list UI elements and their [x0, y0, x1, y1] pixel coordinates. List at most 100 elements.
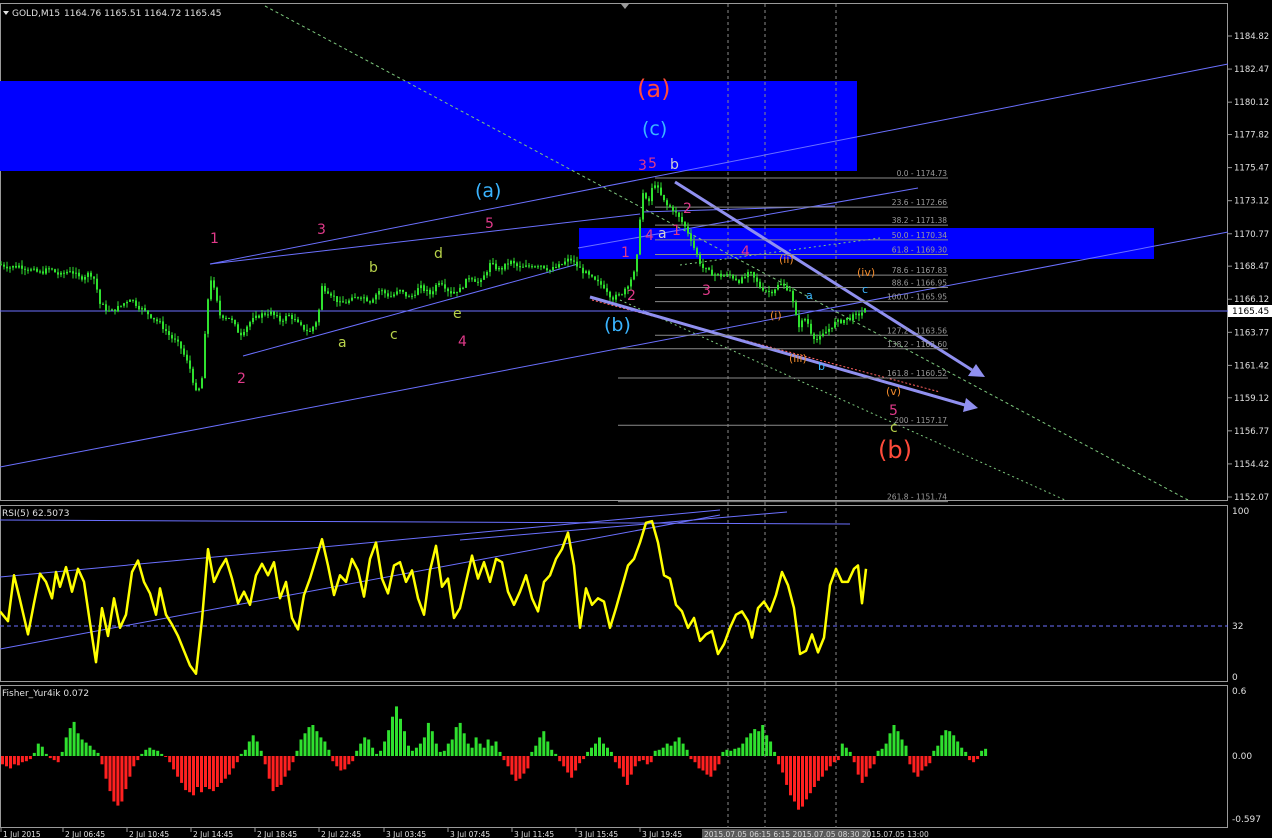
fisher-bar: [606, 747, 609, 756]
wave-label-c-bottom: c: [890, 420, 898, 436]
wave-label-2: 2: [237, 371, 246, 387]
wave-label-4-right: 4: [741, 244, 750, 260]
fisher-bar: [458, 722, 462, 756]
candle-body: [312, 326, 314, 332]
candle-body: [375, 294, 377, 300]
candle-body: [462, 287, 464, 289]
candle-body: [507, 263, 509, 265]
fisher-bar: [693, 756, 697, 763]
wave-label-5-right: 5: [889, 403, 898, 419]
fisher-bar: [180, 756, 184, 783]
candle-body: [399, 289, 401, 292]
candle-body: [609, 291, 611, 298]
fisher-bar: [534, 745, 538, 756]
fisher-bar: [176, 756, 180, 777]
candle-body: [183, 348, 185, 355]
candle-body: [825, 331, 827, 334]
candle-body: [174, 338, 176, 340]
wave-label-3: 3: [317, 222, 326, 238]
candle-body: [141, 308, 143, 310]
candle-body: [474, 279, 476, 282]
rsi-tick-0: 0: [1232, 673, 1238, 683]
fisher-bar: [399, 718, 402, 756]
candle-body: [291, 315, 293, 320]
wave-label-v: (v): [886, 385, 901, 398]
fisher-bar: [757, 731, 761, 756]
candle-body: [99, 289, 101, 304]
fisher-bar: [32, 752, 36, 756]
candle-body: [696, 247, 698, 255]
candle-body: [465, 278, 467, 288]
fisher-bar: [856, 756, 860, 775]
fisher-bar: [896, 731, 900, 756]
fisher-bar: [705, 756, 709, 775]
candle-body: [96, 278, 98, 290]
candle-body: [135, 300, 137, 306]
fisher-bar: [673, 741, 677, 756]
candle-body: [603, 284, 605, 289]
candle-body: [699, 254, 701, 265]
candle-body: [354, 297, 356, 299]
fisher-bar: [729, 750, 733, 756]
fisher-bar: [307, 727, 311, 756]
price-tick-label: 1180.12: [1234, 98, 1269, 108]
wave-label-3-top: 3: [638, 158, 647, 174]
fisher-bar: [828, 756, 832, 767]
candle-body: [732, 275, 734, 279]
candle-body: [588, 271, 590, 275]
candle-body: [759, 281, 761, 288]
fisher-bar: [836, 756, 840, 761]
candle-body: [423, 285, 425, 291]
candle-body: [261, 313, 263, 318]
candle-body: [555, 267, 557, 269]
candle-body: [207, 299, 209, 334]
candle-body: [276, 315, 278, 317]
fisher-bar: [327, 749, 331, 756]
fisher-bar: [204, 756, 207, 787]
candle-body: [366, 297, 368, 302]
fisher-bar: [562, 756, 566, 767]
candle-body: [828, 328, 830, 332]
fisher-bar: [339, 756, 343, 771]
fisher-bar: [52, 756, 56, 761]
candle-body: [153, 317, 155, 320]
fisher-bar: [920, 756, 924, 771]
candle-body: [417, 288, 419, 295]
candle-body: [771, 291, 773, 294]
fisher-bar: [725, 749, 729, 756]
candle-body: [708, 267, 710, 270]
candle-body: [138, 305, 140, 310]
candle-body: [165, 329, 167, 332]
candle-body: [861, 312, 863, 316]
wave-label-1: 1: [210, 231, 219, 247]
fisher-bar: [908, 756, 912, 765]
candle-body: [330, 293, 332, 296]
candle-body: [54, 269, 56, 273]
fisher-bar: [542, 731, 546, 756]
candle-body: [84, 276, 86, 280]
price-tick-label: 1168.47: [1234, 262, 1269, 272]
candle-body: [219, 300, 221, 316]
fisher-bar: [470, 747, 474, 756]
candle-body: [804, 319, 806, 321]
candle-body: [480, 279, 482, 283]
candle-body: [663, 194, 665, 201]
fisher-bar: [140, 753, 144, 756]
candle-body: [651, 187, 653, 202]
candle-body: [6, 266, 8, 269]
candle-body: [69, 271, 71, 273]
candle-body: [570, 258, 572, 261]
time-tick-label: 1 Jul 2015: [3, 830, 41, 838]
price-tick-label: 1184.82: [1234, 32, 1269, 42]
fisher-bar: [44, 753, 48, 756]
candle-body: [822, 333, 824, 337]
time-tick-label: 3 Jul 19:45: [642, 830, 682, 838]
fisher-bar: [251, 735, 255, 756]
candle-body: [405, 291, 407, 297]
candle-body: [297, 319, 299, 323]
fisher-bar: [812, 756, 816, 787]
fisher-bar: [932, 750, 936, 756]
candle-body: [396, 291, 398, 295]
fisher-bar: [116, 756, 120, 806]
candle-body: [615, 294, 617, 300]
